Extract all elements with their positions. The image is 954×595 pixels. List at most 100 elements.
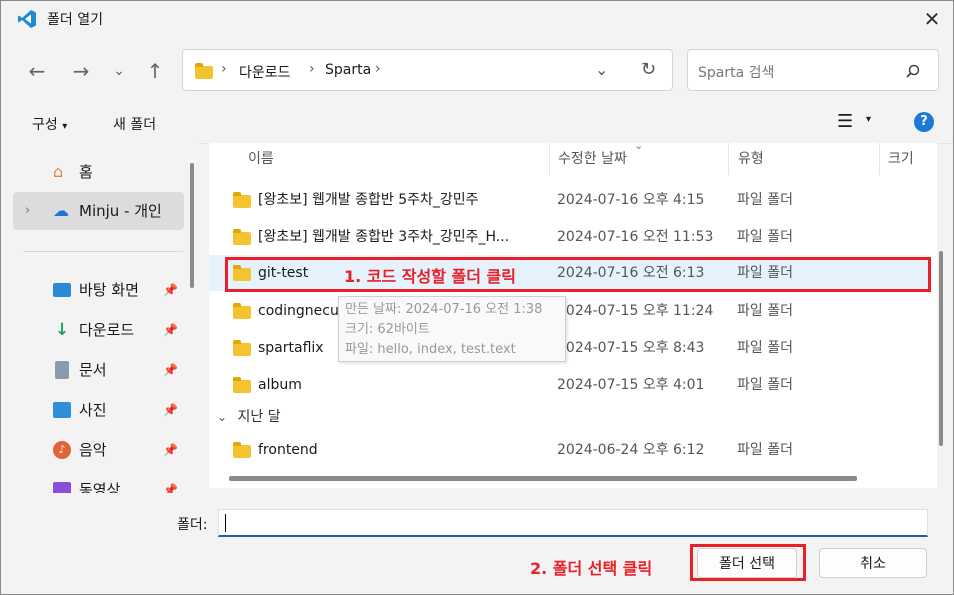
chevron-right-icon: › — [221, 61, 227, 77]
sidebar-scrollbar[interactable] — [190, 163, 194, 288]
folder-icon — [233, 340, 251, 356]
back-button[interactable]: ← — [23, 57, 51, 85]
close-button[interactable]: ✕ — [919, 7, 945, 31]
breadcrumb-sparta[interactable]: Sparta — [325, 62, 371, 78]
annotation-step1: 1. 코드 작성할 폴더 클릭 — [344, 267, 516, 286]
tooltip-created: 만든 날짜: 2024-07-16 오전 1:38 — [345, 302, 543, 317]
organize-menu[interactable]: 구성 ▾ — [32, 114, 67, 134]
new-folder-button[interactable]: 새 폴더 — [113, 114, 156, 134]
sidebar-item-downloads[interactable]: ↓ 다운로드 📌 — [13, 311, 184, 349]
sidebar-item-music[interactable]: ♪ 음악 📌 — [13, 431, 184, 469]
sidebar-item-label: Minju - 개인 — [79, 202, 162, 220]
sidebar-item-videos[interactable]: 동영상 📌 — [13, 471, 184, 493]
pictures-icon — [53, 402, 71, 418]
arrow-right-icon: → — [72, 59, 90, 83]
file-date: 2024-07-15 오후 4:01 — [557, 377, 705, 393]
cancel-button[interactable]: 취소 — [819, 548, 927, 578]
address-bar[interactable]: › 다운로드 › Sparta › ⌄ ↻ — [182, 49, 673, 91]
arrow-left-icon: ← — [28, 59, 46, 83]
group-label: 지난 달 — [237, 409, 281, 425]
pin-icon[interactable]: 📌 — [163, 391, 178, 429]
file-type: 파일 폴더 — [737, 377, 793, 393]
pin-icon[interactable]: 📌 — [163, 351, 178, 389]
chevron-down-icon: ⌄ — [217, 410, 228, 424]
column-separator[interactable] — [879, 143, 880, 175]
refresh-icon[interactable]: ↻ — [641, 59, 656, 80]
pin-icon[interactable]: 📌 — [163, 271, 178, 309]
forward-button[interactable]: → — [67, 57, 95, 85]
column-header-date[interactable]: 수정한 날짜 — [558, 143, 627, 175]
file-date: 2024-07-16 오전 11:53 — [557, 229, 714, 245]
file-row[interactable]: [왕초보] 웹개발 종합반 3주차_강민주_H... 2024-07-16 오전… — [209, 219, 929, 255]
annotation-highlight-row — [225, 257, 931, 292]
file-tooltip: 만든 날짜: 2024-07-16 오전 1:38 크기: 62바이트 파일: … — [338, 296, 566, 362]
sidebar-item-pictures[interactable]: 사진 📌 — [13, 391, 184, 429]
sidebar-item-label: 동영상 — [79, 481, 121, 493]
file-row[interactable]: album 2024-07-15 오후 4:01 파일 폴더 — [209, 367, 929, 403]
sidebar-item-onedrive[interactable]: › ☁ Minju - 개인 — [13, 192, 184, 230]
download-icon: ↓ — [55, 320, 70, 340]
file-date: 2024-07-15 오후 8:43 — [557, 340, 705, 356]
folder-icon — [233, 229, 251, 245]
folder-icon — [233, 442, 251, 458]
up-button[interactable]: ↑ — [141, 57, 169, 85]
view-list-icon[interactable]: ☰ — [837, 111, 853, 132]
pin-icon[interactable]: 📌 — [163, 431, 178, 469]
vertical-scrollbar[interactable] — [939, 251, 943, 446]
caret-down-icon: ▾ — [62, 121, 68, 132]
text-cursor — [225, 514, 226, 532]
sidebar-item-documents[interactable]: 문서 📌 — [13, 351, 184, 389]
arrow-up-icon: ↑ — [146, 59, 164, 83]
column-header-size[interactable]: 크기 — [888, 143, 914, 175]
column-separator[interactable] — [549, 143, 550, 175]
sidebar-item-label: 바탕 화면 — [79, 281, 139, 299]
search-box[interactable]: Sparta 검색 — [687, 49, 939, 91]
file-type: 파일 폴더 — [737, 192, 793, 208]
file-type: 파일 폴더 — [737, 303, 793, 319]
cloud-icon: ☁ — [53, 201, 69, 220]
command-bar: 구성 ▾ 새 폴더 ☰ ▾ ? — [1, 101, 953, 144]
file-row[interactable]: [왕초보] 웹개발 종합반 5주차_강민주 2024-07-16 오후 4:15… — [209, 182, 929, 218]
help-icon[interactable]: ? — [914, 112, 934, 132]
folder-icon — [195, 63, 213, 79]
dialog-footer: 폴더: 2. 폴더 선택 클릭 폴더 선택 취소 — [1, 493, 953, 594]
folder-icon — [233, 303, 251, 319]
file-date: 2024-07-15 오후 11:24 — [557, 303, 714, 319]
horizontal-scrollbar[interactable] — [229, 476, 857, 481]
pin-icon[interactable]: 📌 — [163, 311, 178, 349]
file-row[interactable]: codingnecut 2024-07-15 오후 11:24 파일 폴더 — [209, 293, 929, 329]
sidebar-item-label: 다운로드 — [79, 321, 135, 339]
recent-locations-button[interactable]: ⌄ — [105, 57, 133, 85]
chevron-down-icon: ⌄ — [113, 63, 125, 79]
pin-icon[interactable]: 📌 — [163, 471, 178, 493]
column-header-name[interactable]: 이름 — [248, 143, 274, 175]
file-type: 파일 폴더 — [737, 442, 793, 458]
group-header-last-month[interactable]: ⌄ 지난 달 — [217, 404, 281, 430]
view-options-caret-icon[interactable]: ▾ — [866, 114, 871, 125]
column-separator[interactable] — [728, 143, 729, 175]
search-input[interactable]: Sparta 검색 — [698, 62, 774, 82]
sidebar-item-label: 음악 — [79, 441, 107, 459]
sidebar-item-home[interactable]: ⌂ 홈 — [13, 153, 184, 191]
sidebar-divider — [23, 251, 183, 252]
search-icon[interactable] — [906, 64, 920, 78]
desktop-icon — [53, 283, 71, 297]
file-date: 2024-07-16 오후 4:15 — [557, 192, 705, 208]
chevron-right-icon: › — [375, 61, 381, 77]
annotation-step2: 2. 폴더 선택 클릭 — [530, 559, 653, 578]
file-row[interactable]: frontend 2024-06-24 오후 6:12 파일 폴더 — [209, 432, 929, 468]
sort-caret-icon: ⌄ — [634, 143, 644, 152]
chevron-right-icon[interactable]: › — [25, 192, 30, 230]
sidebar-item-desktop[interactable]: 바탕 화면 📌 — [13, 271, 184, 309]
file-name: frontend — [258, 442, 318, 458]
column-header-type[interactable]: 유형 — [738, 143, 764, 175]
video-icon — [53, 482, 71, 493]
address-dropdown-icon[interactable]: ⌄ — [595, 60, 608, 79]
sidebar-item-label: 홈 — [79, 163, 93, 181]
title-bar: 폴더 열기 ✕ — [1, 1, 953, 37]
folder-name-input[interactable] — [218, 509, 928, 537]
file-row[interactable]: spartaflix 2024-07-15 오후 8:43 파일 폴더 — [209, 330, 929, 366]
file-name: album — [258, 377, 302, 393]
breadcrumb-downloads[interactable]: 다운로드 — [239, 62, 291, 82]
home-icon: ⌂ — [53, 162, 64, 181]
